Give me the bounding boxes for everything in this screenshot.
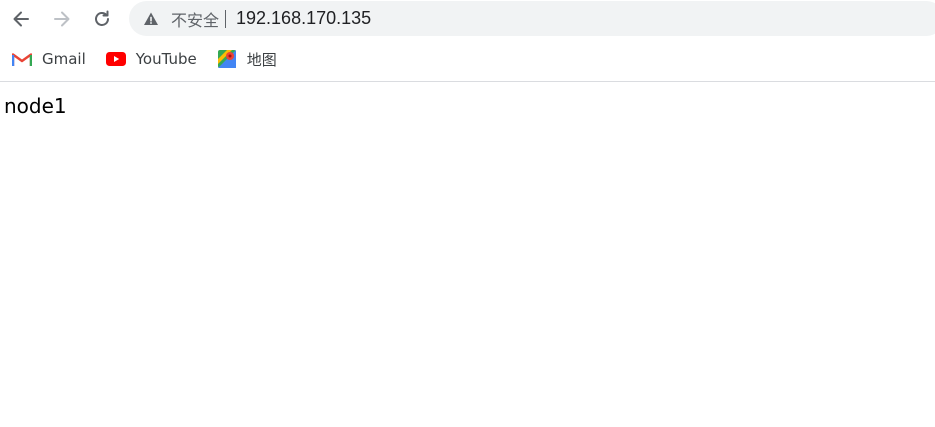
forward-button[interactable]	[48, 5, 76, 33]
bookmark-gmail[interactable]: Gmail	[6, 45, 92, 73]
page-body-text: node1	[4, 94, 67, 118]
youtube-icon	[105, 51, 126, 67]
address-bar[interactable]: 不安全 192.168.170.135	[129, 1, 935, 36]
bookmark-label: Gmail	[42, 50, 86, 68]
arrow-right-icon	[54, 11, 70, 27]
browser-toolbar: 不安全 192.168.170.135	[0, 0, 935, 37]
bookmark-label: 地图	[246, 50, 277, 69]
bookmark-youtube[interactable]: YouTube	[100, 45, 203, 73]
url-text[interactable]: 192.168.170.135	[236, 8, 371, 29]
reload-button[interactable]	[88, 5, 116, 33]
omnibox-separator	[225, 9, 227, 28]
arrow-left-icon	[13, 11, 29, 27]
bookmarks-bar: Gmail YouTube 地图	[0, 44, 935, 74]
reload-icon	[95, 10, 109, 26]
bookmark-maps[interactable]: 地图	[211, 45, 283, 73]
maps-icon	[217, 50, 237, 68]
warning-triangle-icon[interactable]	[143, 11, 159, 27]
bookmark-label: YouTube	[135, 50, 197, 68]
security-label[interactable]: 不安全	[171, 7, 219, 31]
gmail-icon	[12, 51, 32, 67]
page-content: node1	[0, 82, 935, 427]
back-button[interactable]	[7, 5, 35, 33]
